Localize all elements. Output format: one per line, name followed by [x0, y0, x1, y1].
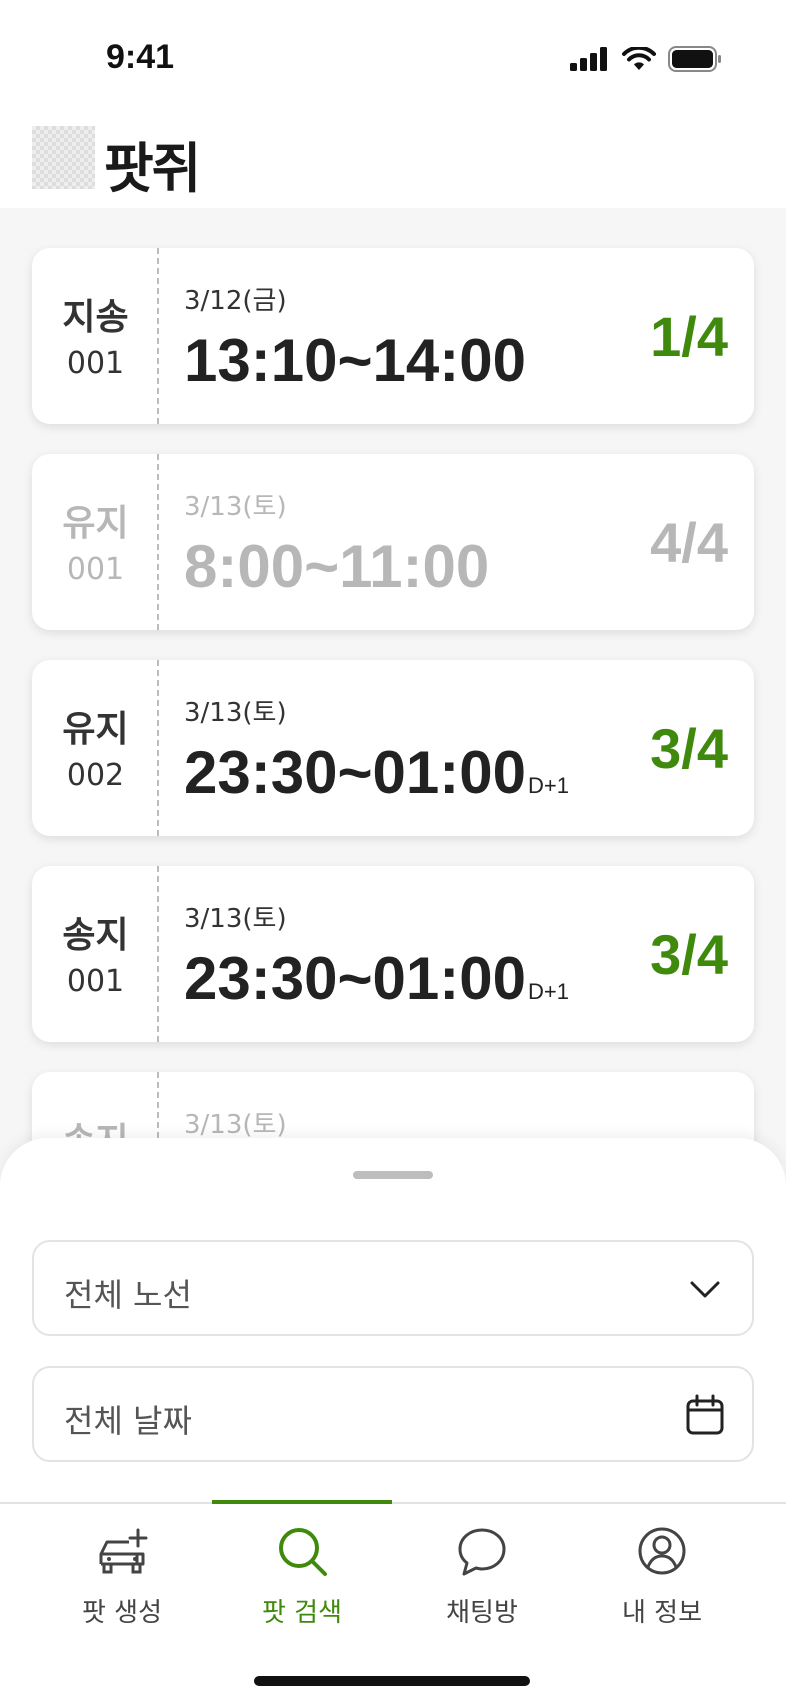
party-time-range: 13:10~14:00 [184, 327, 526, 394]
party-card[interactable]: 유지 001 3/13(토) 8:00~11:00 4/4 [32, 454, 754, 630]
route-name: 지송 [62, 297, 129, 338]
status-time: 9:41 [106, 38, 175, 76]
next-day-suffix: D+1 [527, 773, 569, 798]
party-time-range: 8:00~11:00 [184, 533, 490, 600]
chevron-down-icon [690, 1281, 720, 1298]
battery-icon [668, 46, 721, 72]
status-icons [570, 44, 722, 74]
tab-my-info[interactable]: 내 정보 [572, 1524, 752, 1644]
tab-bar: 팟 생성 팟 검색 채팅방 내 정보 [0, 1500, 786, 1704]
tab-label: 팟 검색 [261, 1598, 343, 1628]
chat-icon [458, 1528, 506, 1576]
app-logo [32, 126, 95, 189]
route-badge: 지송 001 [32, 248, 159, 424]
tab-label: 내 정보 [621, 1598, 703, 1628]
party-time: 8:00~11:00 [184, 532, 489, 601]
tab-chat-rooms[interactable]: 채팅방 [392, 1524, 572, 1644]
route-name: 유지 [62, 503, 129, 544]
route-code: 001 [66, 552, 125, 587]
party-date: 3/13(토) [184, 698, 287, 728]
app-title: 팟쥐 [104, 137, 201, 200]
next-day-suffix: D+1 [527, 979, 569, 1004]
party-card[interactable]: 지송 001 3/12(금) 13:10~14:00 1/4 [32, 248, 754, 424]
member-count: 3/4 [650, 717, 728, 780]
party-time: 13:10~14:00 [184, 326, 526, 395]
route-name: 유지 [62, 709, 129, 750]
route-badge: 유지 002 [32, 660, 159, 836]
calendar-icon [686, 1394, 724, 1435]
member-count: 3/4 [650, 923, 728, 986]
tab-search-party[interactable]: 팟 검색 [212, 1524, 392, 1644]
signal-icon [570, 47, 607, 71]
party-time: 23:30~01:00D+1 [184, 738, 569, 807]
party-date: 3/13(토) [184, 904, 287, 934]
car-add-icon [99, 1528, 148, 1574]
route-code: 002 [66, 758, 125, 793]
date-select-value: 전체 날짜 [64, 1402, 192, 1440]
search-icon [279, 1528, 327, 1576]
route-select-value: 전체 노선 [64, 1276, 192, 1314]
route-name: 송지 [62, 915, 129, 956]
route-code: 001 [66, 964, 125, 999]
status-bar: 9:41 [0, 0, 786, 104]
tab-label: 채팅방 [446, 1598, 518, 1628]
sheet-drag-handle[interactable] [353, 1171, 433, 1179]
party-time-range: 23:30~01:00 [184, 739, 526, 806]
tab-create-party[interactable]: 팟 생성 [32, 1524, 212, 1644]
app-header: 팟쥐 [0, 104, 786, 208]
route-badge: 유지 001 [32, 454, 159, 630]
route-code: 001 [66, 346, 125, 381]
date-select[interactable]: 전체 날짜 [32, 1366, 754, 1462]
party-date: 3/13(토) [184, 1110, 287, 1140]
active-tab-indicator [212, 1500, 392, 1504]
party-card[interactable]: 유지 002 3/13(토) 23:30~01:00D+1 3/4 [32, 660, 754, 836]
home-indicator [254, 1676, 530, 1686]
member-count: 1/4 [650, 305, 728, 368]
profile-icon [638, 1527, 686, 1575]
member-count: 4/4 [650, 511, 728, 574]
party-time: 23:30~01:00D+1 [184, 944, 569, 1013]
party-time-range: 23:30~01:00 [184, 945, 526, 1012]
route-select[interactable]: 전체 노선 [32, 1240, 754, 1336]
party-date: 3/13(토) [184, 492, 287, 522]
party-date: 3/12(금) [184, 286, 287, 316]
party-card[interactable]: 송지 001 3/13(토) 23:30~01:00D+1 3/4 [32, 866, 754, 1042]
route-badge: 송지 001 [32, 866, 159, 1042]
wifi-icon [622, 47, 656, 70]
tab-label: 팟 생성 [81, 1598, 163, 1628]
